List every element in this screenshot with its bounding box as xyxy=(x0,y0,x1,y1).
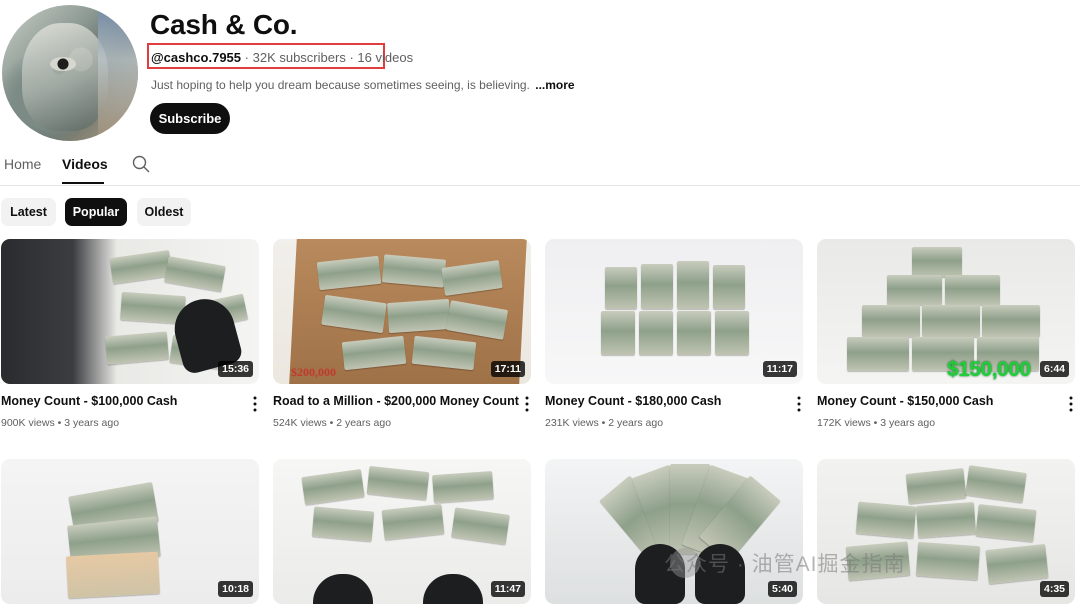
chip-latest[interactable]: Latest xyxy=(1,198,56,226)
tab-home[interactable]: Home xyxy=(4,156,41,172)
video-count: 16 videos xyxy=(357,50,414,65)
video-thumbnail[interactable]: $200,000 17:11 xyxy=(273,239,531,384)
video-duration: 17:11 xyxy=(490,361,525,377)
subscriber-count: 32K subscribers xyxy=(252,50,346,65)
chip-popular[interactable]: Popular xyxy=(65,198,127,226)
channel-handle: @cashco.7955 xyxy=(151,50,242,65)
video-thumbnail[interactable]: 5:40 xyxy=(545,459,803,604)
video-duration: 15:36 xyxy=(218,361,253,377)
avatar-portrait xyxy=(22,23,108,131)
search-icon[interactable] xyxy=(132,155,150,173)
avatar-eye xyxy=(50,57,76,71)
more-vert-icon[interactable] xyxy=(1069,396,1073,412)
channel-title: Cash & Co. xyxy=(150,9,298,40)
channel-avatar[interactable] xyxy=(2,5,138,141)
video-thumbnail[interactable]: 15:36 xyxy=(1,239,259,384)
video-stats: 231K views • 2 years ago xyxy=(545,417,664,429)
video-thumbnail[interactable]: 11:47 xyxy=(273,459,531,604)
video-stats: 172K views • 3 years ago xyxy=(817,417,936,429)
video-duration: 11:47 xyxy=(490,581,525,597)
video-duration: 6:44 xyxy=(1039,361,1069,377)
video-title[interactable]: Money Count - $180,000 Cash xyxy=(545,394,721,408)
more-vert-icon[interactable] xyxy=(253,396,257,412)
video-thumbnail[interactable]: 4:35 xyxy=(817,459,1075,604)
description-text: Just hoping to help you dream because so… xyxy=(151,78,530,92)
avatar-banknote-strip xyxy=(98,5,138,141)
more-vert-icon[interactable] xyxy=(797,396,801,412)
thumbnail-overlay-text: $150,000 xyxy=(947,358,1031,381)
video-duration: 4:35 xyxy=(1039,581,1069,597)
meta-separator: · xyxy=(349,50,354,65)
channel-tabs: Home Videos xyxy=(0,148,1080,186)
channel-description: Just hoping to help you dream because so… xyxy=(151,78,575,92)
video-thumbnail[interactable]: 11:17 xyxy=(545,239,803,384)
chip-oldest[interactable]: Oldest xyxy=(137,198,191,226)
subscribe-button[interactable]: Subscribe xyxy=(150,103,230,134)
meta-separator: · xyxy=(244,50,249,65)
tab-videos[interactable]: Videos xyxy=(62,156,108,172)
active-tab-indicator xyxy=(62,182,104,184)
video-duration: 5:40 xyxy=(767,581,797,597)
video-duration: 11:17 xyxy=(762,361,797,377)
video-title[interactable]: Money Count - $100,000 Cash xyxy=(1,394,177,408)
video-title[interactable]: Road to a Million - $200,000 Money Count xyxy=(273,394,519,408)
channel-meta: @cashco.7955 · 32K subscribers · 16 vide… xyxy=(151,50,413,65)
video-duration: 10:18 xyxy=(218,581,253,597)
video-title[interactable]: Money Count - $150,000 Cash xyxy=(817,394,993,408)
more-link[interactable]: ...more xyxy=(535,78,574,92)
video-stats: 900K views • 3 years ago xyxy=(1,417,120,429)
watermark-text: 公众号 · 油管AI掘金指南 xyxy=(664,553,906,576)
video-thumbnail[interactable]: 10:18 xyxy=(1,459,259,604)
video-thumbnail[interactable]: $150,000 6:44 xyxy=(817,239,1075,384)
video-stats: 524K views • 2 years ago xyxy=(273,417,392,429)
more-vert-icon[interactable] xyxy=(525,396,529,412)
thumbnail-overlay-text: $200,000 xyxy=(291,365,336,379)
